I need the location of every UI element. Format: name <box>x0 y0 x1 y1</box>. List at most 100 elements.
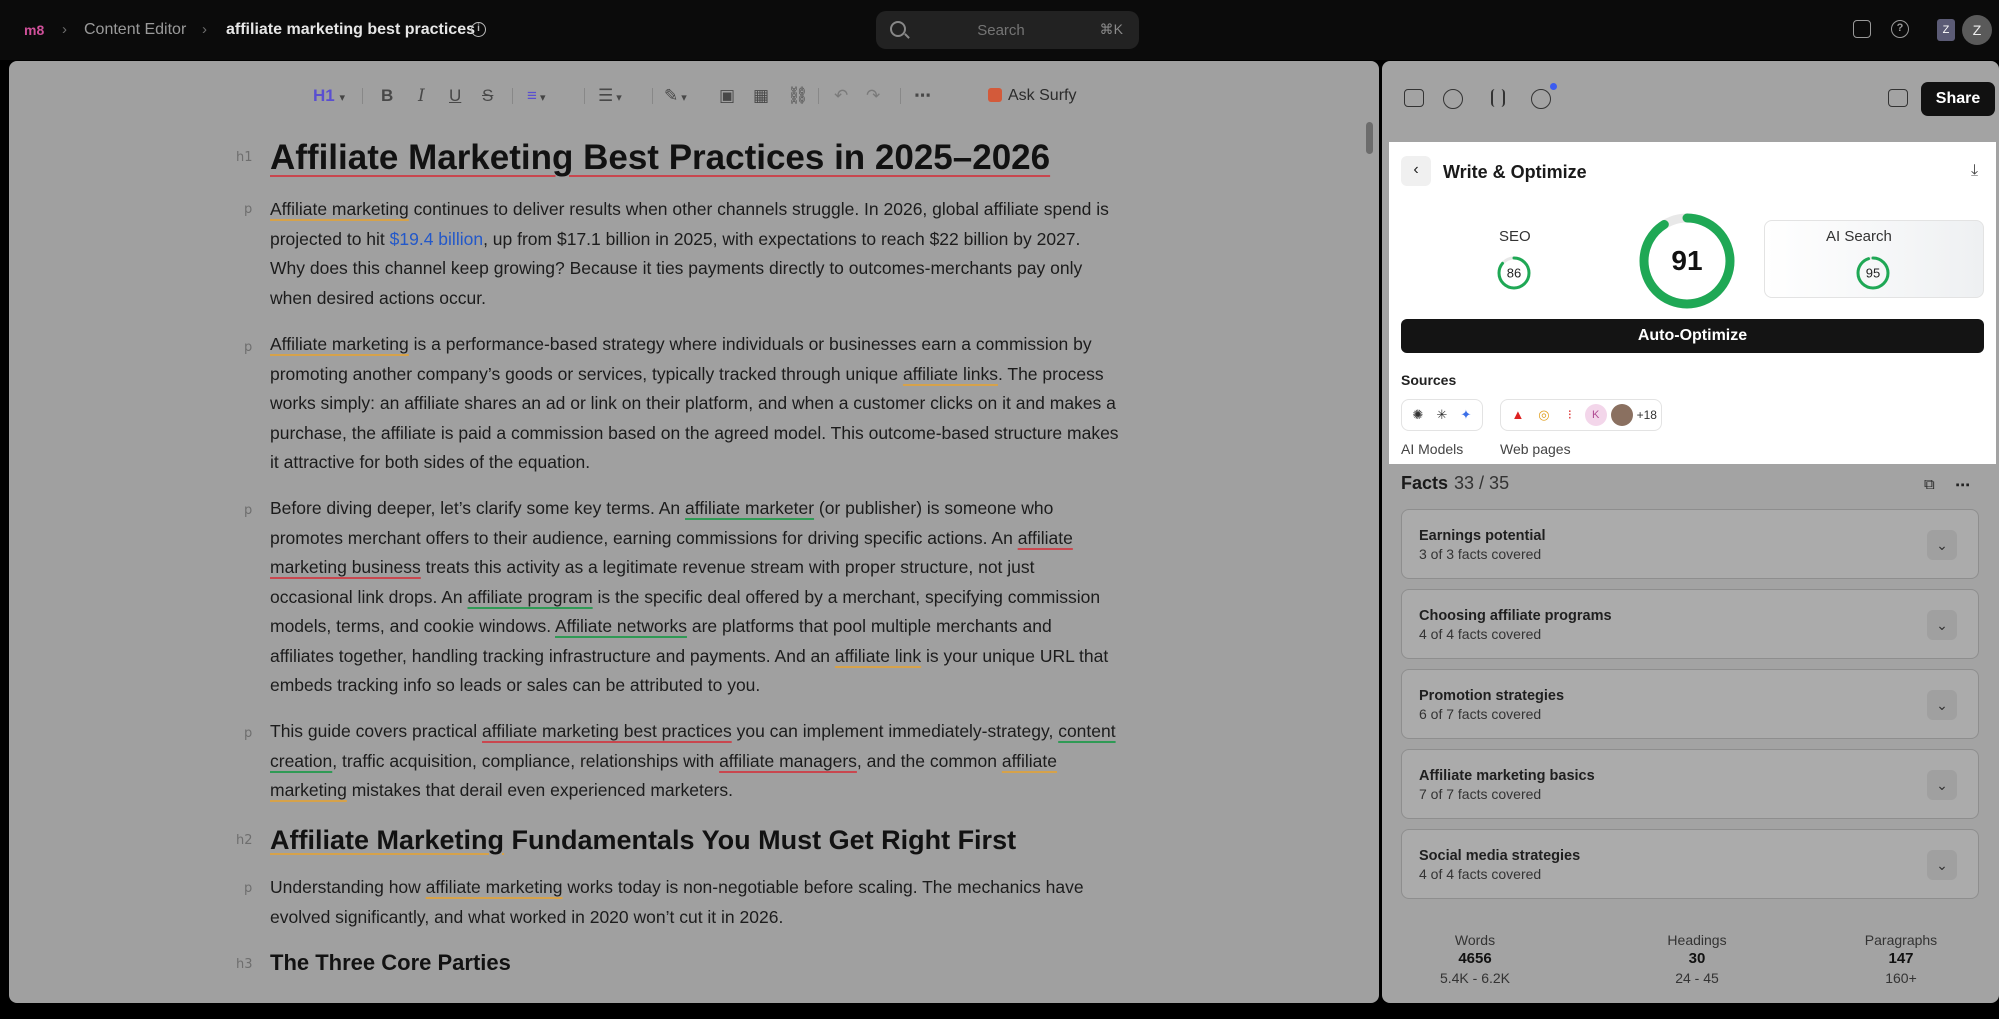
paragraph[interactable]: Understanding how affiliate marketing wo… <box>270 873 1120 932</box>
help-icon[interactable]: ? <box>1891 20 1909 38</box>
toolbar-divider <box>900 88 901 104</box>
ai-models-label: AI Models <box>1401 441 1464 457</box>
stat-paragraphs: Paragraphs 147 160+ <box>1864 932 1938 986</box>
strikethrough-icon[interactable]: S <box>482 86 493 106</box>
chevron-down-icon[interactable]: ⌄ <box>1927 770 1957 800</box>
seo-score: 86 <box>1507 266 1521 281</box>
inline-link[interactable]: $19.4 billion <box>390 229 483 249</box>
download-icon[interactable]: ⤓ <box>1971 162 1989 180</box>
ai-search-score: 95 <box>1866 266 1880 281</box>
site-icon: ◎ <box>1538 407 1550 422</box>
fact-subtitle: 3 of 3 facts covered <box>1419 546 1542 562</box>
fact-card[interactable]: Choosing affiliate programs 4 of 4 facts… <box>1401 589 1979 659</box>
block-tag: p <box>244 726 253 741</box>
settings-icon[interactable] <box>1531 89 1551 109</box>
ai-models-group[interactable]: ✺ ✳ ✦ <box>1401 399 1483 431</box>
paragraph[interactable]: This guide covers practical affiliate ma… <box>270 717 1120 806</box>
fact-title: Promotion strategies <box>1419 688 1565 704</box>
search-bar[interactable]: ⌘K <box>876 11 1139 49</box>
ai-search-label: AI Search <box>1826 228 1892 245</box>
overall-score: 91 <box>1671 245 1702 276</box>
sidebar-toggle-icon[interactable] <box>1888 89 1908 107</box>
block-tag: p <box>244 202 253 217</box>
italic-icon[interactable]: I <box>418 86 425 106</box>
paragraph[interactable]: Affiliate marketing is a performance-bas… <box>270 330 1120 478</box>
stat-headings: Headings 30 24 - 45 <box>1667 932 1727 986</box>
undo-icon[interactable]: ↶ <box>834 86 848 106</box>
fact-title: Earnings potential <box>1419 528 1546 544</box>
gemini-icon: ✦ <box>1460 407 1472 422</box>
list-icon[interactable]: ☰ ▾ <box>598 86 622 106</box>
site-icon: K <box>1584 404 1607 426</box>
more-icon[interactable]: ⋯ <box>1955 476 1971 494</box>
notification-dot <box>1550 83 1557 90</box>
facts-header: Facts 33 / 35 <box>1401 473 1510 493</box>
fact-card[interactable]: Affiliate marketing basics 7 of 7 facts … <box>1401 749 1979 819</box>
chevron-down-icon[interactable]: ⌄ <box>1927 850 1957 880</box>
user-avatar[interactable]: Z <box>1962 15 1992 45</box>
check-icon[interactable] <box>1443 89 1463 109</box>
link-icon[interactable]: ⛓ <box>787 86 809 106</box>
sources-title: Sources <box>1401 372 1457 388</box>
fact-subtitle: 6 of 7 facts covered <box>1419 706 1542 722</box>
paragraph[interactable]: Before diving deeper, let’s clarify some… <box>270 494 1120 701</box>
editor-scrollbar[interactable] <box>1366 122 1373 154</box>
fact-card[interactable]: Promotion strategies 6 of 7 facts covere… <box>1401 669 1979 739</box>
back-button[interactable]: ‹ <box>1401 156 1431 186</box>
fact-subtitle: 4 of 4 facts covered <box>1419 626 1542 642</box>
toolbar-divider <box>652 88 653 104</box>
audio-icon[interactable] <box>1491 89 1505 107</box>
highlight-icon[interactable]: ✎ ▾ <box>664 86 687 106</box>
chevron-down-icon[interactable]: ⌄ <box>1927 610 1957 640</box>
heading-select[interactable]: H1 ▾ <box>313 86 345 106</box>
document-h3[interactable]: The Three Core Parties <box>270 948 511 978</box>
fact-card[interactable]: Social media strategies 4 of 4 facts cov… <box>1401 829 1979 899</box>
fact-card[interactable]: Earnings potential 3 of 3 facts covered … <box>1401 509 1979 579</box>
adobe-icon: ▲ <box>1511 407 1525 422</box>
bold-icon[interactable]: B <box>381 86 393 106</box>
document-h1[interactable]: Affiliate Marketing Best Practices in 20… <box>270 135 1050 181</box>
perplexity-icon: ✳ <box>1436 407 1448 422</box>
table-icon[interactable]: ▦ <box>753 86 769 106</box>
search-shortcut: ⌘K <box>1099 21 1123 37</box>
breadcrumb-current: affiliate marketing best practices <box>226 21 475 38</box>
block-tag: h1 <box>236 150 253 165</box>
comments-icon[interactable] <box>1404 89 1424 107</box>
stat-words: Words 4656 5.4K - 6.2K <box>1439 932 1511 986</box>
chevron-down-icon[interactable]: ⌄ <box>1927 690 1957 720</box>
fact-title: Choosing affiliate programs <box>1419 608 1612 624</box>
align-icon[interactable]: ≡ ▾ <box>527 86 546 106</box>
image-icon[interactable]: ▣ <box>719 86 735 106</box>
web-pages-group[interactable]: ▲ ◎ ⁝ K +18 <box>1500 399 1662 431</box>
redo-icon[interactable]: ↷ <box>866 86 880 106</box>
search-input[interactable] <box>936 20 1066 40</box>
block-tag: p <box>244 340 253 355</box>
auto-optimize-button[interactable]: Auto-Optimize <box>1401 319 1984 353</box>
toolbar-divider <box>512 88 513 104</box>
web-pages-label: Web pages <box>1500 441 1571 457</box>
copy-icon[interactable]: ⧉ <box>1924 476 1940 493</box>
facts-count: 33 / 35 <box>1454 473 1510 493</box>
app-logo[interactable]: m8 <box>24 20 46 40</box>
breadcrumb-content-editor[interactable]: Content Editor <box>84 20 186 40</box>
chevron-down-icon[interactable]: ⌄ <box>1927 530 1957 560</box>
more-icon[interactable]: ⋯ <box>914 86 931 106</box>
block-tag: h3 <box>236 957 253 972</box>
inbox-icon[interactable] <box>1853 20 1871 38</box>
panel-title: Write & Optimize <box>1443 162 1587 182</box>
underline-icon[interactable]: U <box>449 86 461 106</box>
ask-surfy-button[interactable]: Ask Surfy <box>988 86 1076 106</box>
block-tag: p <box>244 503 253 518</box>
toolbar-divider <box>584 88 585 104</box>
workspace-avatar[interactable]: Z <box>1937 19 1955 41</box>
share-button[interactable]: Share <box>1921 82 1995 116</box>
chevron-right-icon: › <box>202 21 207 38</box>
top-bar: m8 › Content Editor › affiliate marketin… <box>0 0 1999 60</box>
chevron-right-icon: › <box>62 21 67 38</box>
paragraph[interactable]: Affiliate marketing continues to deliver… <box>270 195 1120 313</box>
info-icon[interactable]: i <box>471 22 486 37</box>
seo-label: SEO <box>1499 228 1531 245</box>
document-h2[interactable]: Affiliate Marketing Fundamentals You Mus… <box>270 822 1016 858</box>
write-optimize-card: ‹ Write & Optimize ⤓ SEO 86 91 AI Search… <box>1389 142 1996 464</box>
site-icon: ⁝ <box>1567 407 1572 422</box>
